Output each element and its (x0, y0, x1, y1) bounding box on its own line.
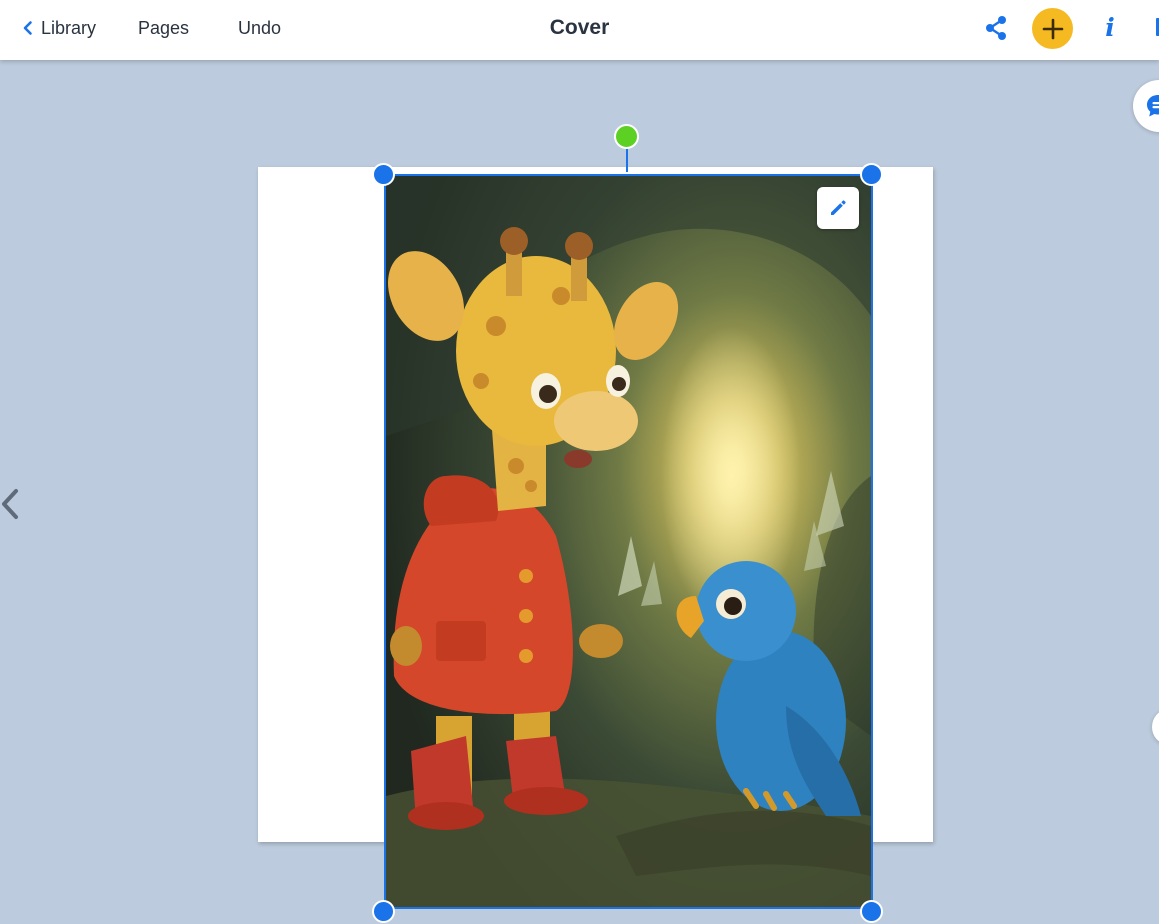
rotate-handle[interactable] (614, 124, 639, 149)
library-back-button[interactable]: Library (18, 0, 96, 56)
resize-handle-bottom-right[interactable] (860, 900, 883, 923)
library-label: Library (41, 17, 97, 38)
info-button[interactable]: i (1099, 12, 1121, 44)
resize-handle-top-right[interactable] (860, 163, 883, 186)
plus-icon (1042, 18, 1063, 39)
side-panel-handle[interactable] (1152, 710, 1159, 744)
share-icon[interactable] (983, 14, 1009, 42)
add-button[interactable] (1032, 8, 1073, 49)
resize-handle-top-left[interactable] (372, 163, 395, 186)
chat-button[interactable] (1133, 80, 1159, 132)
previous-page-arrow[interactable] (0, 485, 22, 523)
chat-bubble-icon (1147, 95, 1159, 117)
rotate-connector (626, 146, 628, 172)
cover-illustration[interactable] (384, 174, 873, 909)
top-bar: Library Pages Undo Cover i (0, 0, 1159, 60)
undo-button[interactable]: Undo (238, 0, 281, 56)
resize-handle-bottom-left[interactable] (372, 900, 395, 923)
edit-image-button[interactable] (817, 187, 859, 229)
chevron-left-icon (23, 21, 32, 35)
illustration-drawing (386, 176, 871, 907)
pages-button[interactable]: Pages (138, 0, 189, 56)
pencil-icon (831, 200, 846, 215)
